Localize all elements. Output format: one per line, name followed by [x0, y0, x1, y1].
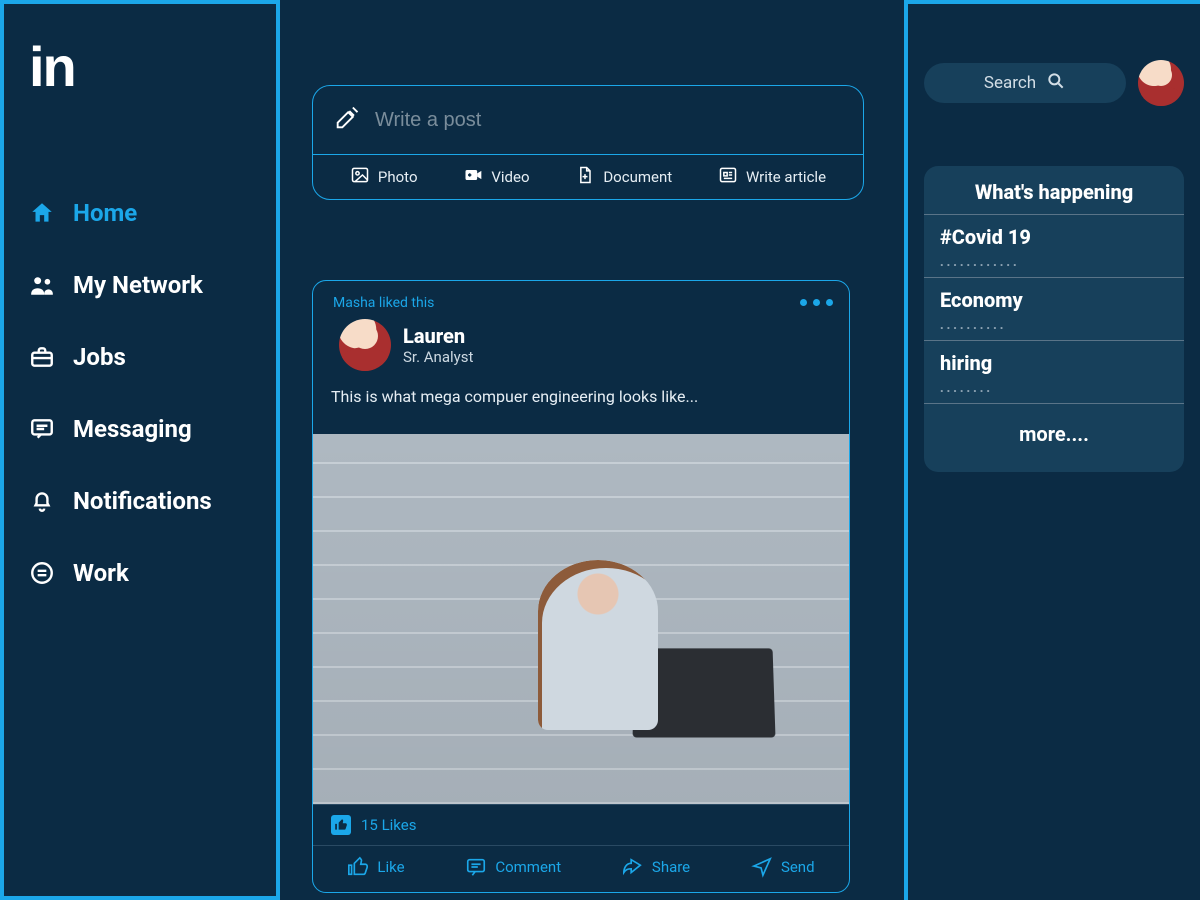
- logo: in: [29, 34, 251, 99]
- compose-box: Photo Video Document Write article: [312, 85, 864, 200]
- post-footer: 15 Likes Like Comment Share Send: [313, 804, 849, 892]
- trend-name: hiring: [940, 351, 1168, 375]
- compose-photo[interactable]: Photo: [350, 165, 418, 189]
- compose-icon: [333, 104, 361, 136]
- post-text: This is what mega compuer engineering lo…: [313, 381, 849, 434]
- compose-input[interactable]: [375, 109, 843, 132]
- post-author-title: Sr. Analyst: [403, 348, 473, 366]
- label: Like: [377, 858, 404, 876]
- sidebar-item-home[interactable]: Home: [29, 199, 251, 227]
- search-label: Search: [984, 73, 1036, 93]
- sidebar-item-label: Home: [73, 199, 137, 227]
- document-icon: [575, 165, 595, 189]
- search-icon: [1046, 71, 1066, 96]
- post-author-avatar[interactable]: [339, 319, 391, 371]
- sidebar-item-jobs[interactable]: Jobs: [29, 343, 251, 371]
- compose-video[interactable]: Video: [463, 165, 529, 189]
- post-like-button[interactable]: Like: [347, 856, 404, 878]
- trends-more[interactable]: more....: [924, 404, 1184, 466]
- sidebar-item-work[interactable]: Work: [29, 559, 251, 587]
- trend-item[interactable]: #Covid 19 ............: [924, 215, 1184, 278]
- trend-sub: ..........: [940, 312, 1168, 332]
- left-sidebar: in Home My Network Jobs Messaging: [0, 0, 280, 900]
- trends-panel: What's happening #Covid 19 ............ …: [924, 166, 1184, 472]
- trend-item[interactable]: Economy ..........: [924, 278, 1184, 341]
- sidebar-item-notifications[interactable]: Notifications: [29, 487, 251, 515]
- sidebar-item-network[interactable]: My Network: [29, 271, 251, 299]
- search-input[interactable]: Search: [924, 63, 1126, 103]
- article-icon: [718, 165, 738, 189]
- post-author[interactable]: Lauren Sr. Analyst: [403, 324, 473, 366]
- label: Video: [491, 168, 529, 186]
- sidebar-item-label: Messaging: [73, 415, 192, 443]
- compose-article[interactable]: Write article: [718, 165, 826, 189]
- right-sidebar: Search What's happening #Covid 19 ......…: [904, 0, 1200, 900]
- photo-icon: [350, 165, 370, 189]
- post-likes[interactable]: 15 Likes: [313, 805, 849, 846]
- sidebar-nav: Home My Network Jobs Messaging Notificat: [29, 199, 251, 587]
- home-icon: [29, 200, 55, 226]
- label: Photo: [378, 168, 418, 186]
- thumb-icon: [331, 815, 351, 835]
- sidebar-item-label: Jobs: [73, 343, 126, 371]
- post-comment-button[interactable]: Comment: [465, 856, 561, 878]
- trends-title: What's happening: [924, 166, 1184, 215]
- post-card: Masha liked this Lauren Sr. Analyst This…: [312, 280, 850, 893]
- sidebar-item-messaging[interactable]: Messaging: [29, 415, 251, 443]
- post-liked-by: Masha liked this: [313, 295, 849, 319]
- label: Send: [781, 858, 815, 876]
- trend-sub: ........: [940, 375, 1168, 395]
- compose-input-row[interactable]: [313, 86, 863, 155]
- post-send-button[interactable]: Send: [751, 856, 815, 878]
- compose-actions: Photo Video Document Write article: [313, 155, 863, 199]
- label: Document: [603, 168, 672, 186]
- post-likes-text: 15 Likes: [361, 816, 416, 834]
- sidebar-item-label: My Network: [73, 271, 203, 299]
- search-row: Search: [924, 60, 1184, 106]
- trend-sub: ............: [940, 249, 1168, 269]
- sidebar-item-label: Work: [73, 559, 129, 587]
- network-icon: [29, 272, 55, 298]
- bell-icon: [29, 488, 55, 514]
- work-icon: [29, 560, 55, 586]
- label: Comment: [495, 858, 561, 876]
- current-user-avatar[interactable]: [1138, 60, 1184, 106]
- post-menu-button[interactable]: [800, 299, 833, 306]
- trend-name: #Covid 19: [940, 225, 1168, 249]
- post-header: Lauren Sr. Analyst: [313, 319, 849, 381]
- post-author-name: Lauren: [403, 324, 473, 348]
- sidebar-item-label: Notifications: [73, 487, 212, 515]
- feed: Photo Video Document Write article Masha…: [280, 0, 904, 900]
- trend-name: Economy: [940, 288, 1168, 312]
- briefcase-icon: [29, 344, 55, 370]
- label: Write article: [746, 168, 826, 186]
- video-icon: [463, 165, 483, 189]
- trend-item[interactable]: hiring ........: [924, 341, 1184, 404]
- post-share-button[interactable]: Share: [622, 856, 690, 878]
- compose-document[interactable]: Document: [575, 165, 672, 189]
- post-image[interactable]: [313, 434, 849, 804]
- post-actions: Like Comment Share Send: [313, 846, 849, 892]
- label: Share: [652, 858, 690, 876]
- messaging-icon: [29, 416, 55, 442]
